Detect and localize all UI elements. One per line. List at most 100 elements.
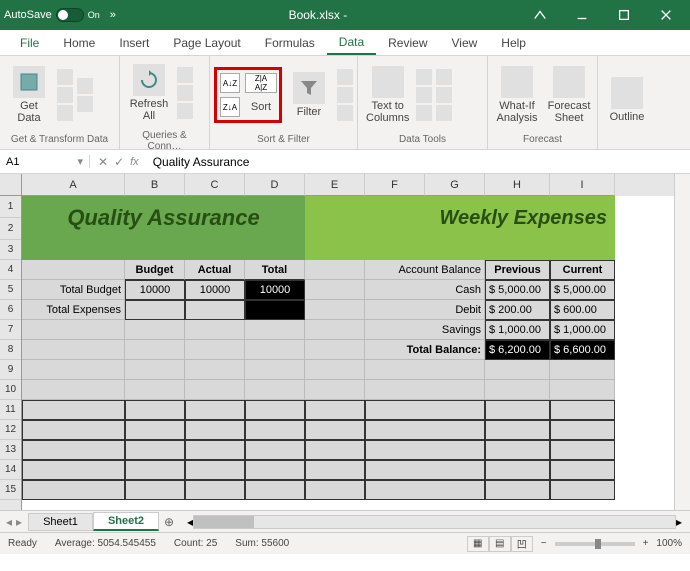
reapply-icon[interactable] xyxy=(337,87,353,103)
cell[interactable] xyxy=(550,480,615,500)
cell[interactable] xyxy=(365,380,485,400)
cell[interactable] xyxy=(245,480,305,500)
cell[interactable] xyxy=(485,360,550,380)
queries-icon[interactable] xyxy=(177,67,193,83)
zoom-out-icon[interactable]: − xyxy=(541,538,547,549)
refresh-all-button[interactable]: Refresh All xyxy=(124,58,174,128)
tab-page-layout[interactable]: Page Layout xyxy=(161,32,252,54)
cell[interactable] xyxy=(125,340,185,360)
relationships-icon[interactable] xyxy=(436,87,452,103)
row-header[interactable]: 2 xyxy=(0,218,21,240)
cell[interactable] xyxy=(185,440,245,460)
cell-totalbal[interactable]: Total Balance: xyxy=(365,340,485,360)
cell[interactable] xyxy=(305,440,365,460)
consolidate-icon[interactable] xyxy=(436,69,452,85)
sheet-nav-next-icon[interactable]: ▸ xyxy=(16,515,22,529)
from-text-icon[interactable] xyxy=(57,69,73,85)
cell[interactable] xyxy=(485,400,550,420)
row-header[interactable]: 10 xyxy=(0,380,21,400)
cell-total-budget[interactable]: Total Budget xyxy=(22,280,125,300)
cell[interactable] xyxy=(125,320,185,340)
cell-debit[interactable]: Debit xyxy=(365,300,485,320)
forecast-sheet-button[interactable]: Forecast Sheet xyxy=(544,60,594,130)
cell[interactable] xyxy=(245,300,305,320)
cell-h-total[interactable]: Total xyxy=(245,260,305,280)
fx-icon[interactable]: fx xyxy=(130,156,139,168)
cell[interactable] xyxy=(305,240,615,260)
flash-fill-icon[interactable] xyxy=(416,69,432,85)
cell[interactable] xyxy=(365,400,485,420)
cell[interactable] xyxy=(305,460,365,480)
formula-input[interactable]: Quality Assurance xyxy=(147,155,690,169)
row-header[interactable]: 12 xyxy=(0,420,21,440)
cell-cash[interactable]: Cash xyxy=(365,280,485,300)
remove-dup-icon[interactable] xyxy=(416,87,432,103)
from-web-icon[interactable] xyxy=(57,87,73,103)
zoom-value[interactable]: 100% xyxy=(656,538,682,549)
text-to-columns-button[interactable]: Text to Columns xyxy=(362,60,413,130)
tab-insert[interactable]: Insert xyxy=(107,32,161,54)
cell[interactable] xyxy=(305,380,365,400)
cell[interactable] xyxy=(550,360,615,380)
tab-file[interactable]: File xyxy=(8,32,51,54)
horizontal-scrollbar[interactable]: ◂ ▸ xyxy=(179,515,690,529)
scroll-right-icon[interactable]: ▸ xyxy=(676,515,682,529)
sort-label[interactable]: Sort xyxy=(245,101,277,113)
cell[interactable] xyxy=(305,420,365,440)
cell[interactable] xyxy=(185,360,245,380)
cell[interactable] xyxy=(22,260,125,280)
sort-az-icon[interactable]: A↓Z xyxy=(220,73,240,93)
zoom-in-icon[interactable]: + xyxy=(643,538,649,549)
row-header[interactable]: 3 xyxy=(0,240,21,260)
cell[interactable] xyxy=(365,480,485,500)
cell-h-budget[interactable]: Budget xyxy=(125,260,185,280)
cell[interactable] xyxy=(245,320,305,340)
cell[interactable] xyxy=(550,460,615,480)
cell[interactable] xyxy=(22,240,305,260)
cell[interactable]: $ 6,600.00 xyxy=(550,340,615,360)
cell[interactable] xyxy=(125,480,185,500)
tab-help[interactable]: Help xyxy=(489,32,538,54)
zoom-slider[interactable] xyxy=(555,542,635,546)
cell[interactable] xyxy=(185,460,245,480)
cell[interactable]: $ 5,000.00 xyxy=(485,280,550,300)
col-header[interactable]: C xyxy=(185,174,245,196)
cell[interactable]: 10000 xyxy=(125,280,185,300)
cell[interactable] xyxy=(22,440,125,460)
row-header[interactable]: 11 xyxy=(0,400,21,420)
tab-view[interactable]: View xyxy=(440,32,490,54)
cell[interactable] xyxy=(22,460,125,480)
cell[interactable] xyxy=(245,340,305,360)
cell[interactable] xyxy=(485,480,550,500)
cell[interactable] xyxy=(22,480,125,500)
cell[interactable]: $ 6,200.00 xyxy=(485,340,550,360)
cell[interactable]: $ 1,000.00 xyxy=(485,320,550,340)
cell-h-actual[interactable]: Actual xyxy=(185,260,245,280)
outline-button[interactable]: Outline xyxy=(602,66,652,136)
cancel-icon[interactable]: ✕ xyxy=(98,155,108,169)
close-icon[interactable] xyxy=(646,1,686,29)
advanced-icon[interactable] xyxy=(337,105,353,121)
cell[interactable] xyxy=(245,400,305,420)
sheet-tab-1[interactable]: Sheet1 xyxy=(28,513,93,531)
cell[interactable] xyxy=(245,460,305,480)
col-header[interactable]: G xyxy=(425,174,485,196)
add-sheet-button[interactable]: ⊕ xyxy=(159,512,179,532)
cell[interactable]: $ 5,000.00 xyxy=(550,280,615,300)
cell-h-current[interactable]: Current xyxy=(550,260,615,280)
cell[interactable]: $ 1,000.00 xyxy=(550,320,615,340)
row-header[interactable]: 14 xyxy=(0,460,21,480)
cell[interactable] xyxy=(305,320,365,340)
enter-icon[interactable]: ✓ xyxy=(114,155,124,169)
sort-za-large-icon[interactable]: Z|AA|Z xyxy=(245,73,277,93)
whatif-button[interactable]: What-If Analysis xyxy=(492,60,542,130)
cell[interactable] xyxy=(125,400,185,420)
cell[interactable] xyxy=(245,420,305,440)
recent-sources-icon[interactable] xyxy=(77,78,93,94)
maximize-icon[interactable] xyxy=(604,1,644,29)
cell[interactable] xyxy=(305,480,365,500)
row-header[interactable]: 1 xyxy=(0,196,21,218)
view-normal-icon[interactable]: ▦ xyxy=(467,536,489,552)
cell-h-previous[interactable]: Previous xyxy=(485,260,550,280)
vertical-scrollbar[interactable] xyxy=(674,174,690,510)
